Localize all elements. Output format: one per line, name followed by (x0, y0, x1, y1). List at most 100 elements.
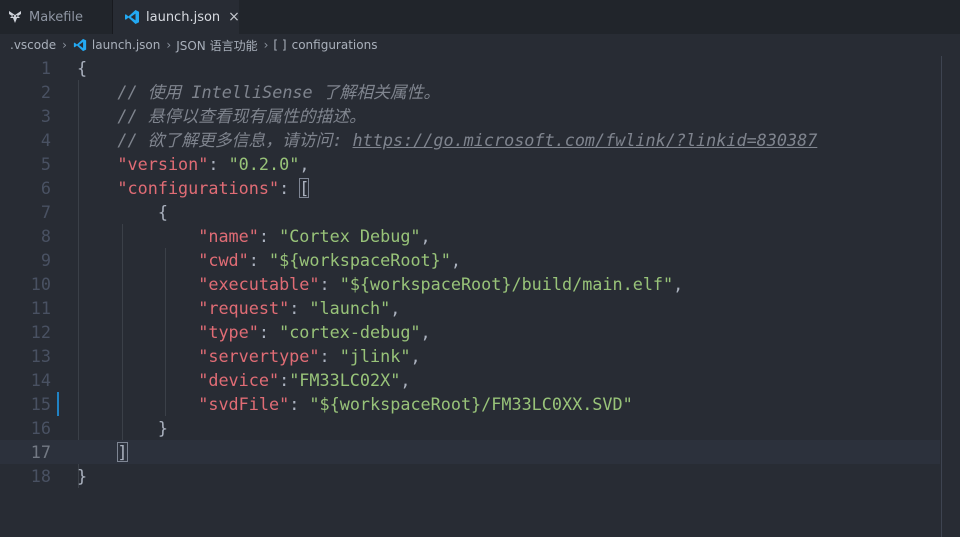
code-text: // 悬停以查看现有属性的描述。 (77, 104, 366, 128)
comment-link[interactable]: https://go.microsoft.com/fwlink/?linkid=… (353, 130, 818, 150)
punctuation: , (400, 370, 411, 390)
json-string: "launch" (309, 298, 391, 318)
json-key: "name" (198, 226, 259, 246)
json-string: "${workspaceRoot}" (269, 250, 451, 270)
code-editor[interactable]: 1{2 // 使用 IntelliSense 了解相关属性。 3 // 悬停以查看… (0, 56, 940, 537)
code-text: "name": "Cortex Debug", (77, 224, 431, 248)
json-key: "cwd" (198, 250, 249, 270)
punctuation: , (410, 346, 421, 366)
code-text: // 欲了解更多信息，请访问: https://go.microsoft.com… (77, 128, 817, 152)
code-text: "version": "0.2.0", (77, 152, 309, 176)
tab-label: Makefile (29, 9, 84, 25)
code-line[interactable]: 10 "executable": "${workspaceRoot}/build… (0, 272, 940, 296)
makefile-icon (7, 9, 23, 25)
vscode-icon (72, 37, 88, 53)
code-line[interactable]: 18} (0, 464, 940, 488)
array-symbol-icon: [ ] (273, 38, 287, 52)
code-line[interactable]: 12 "type": "cortex-debug", (0, 320, 940, 344)
code-line[interactable]: 16 } (0, 416, 940, 440)
line-number: 1 (40, 58, 51, 78)
code-line[interactable]: 14 "device":"FM33LC02X", (0, 368, 940, 392)
code-line[interactable]: 15 "svdFile": "${workspaceRoot}/FM33LC0X… (0, 392, 940, 416)
punctuation: { (157, 202, 168, 222)
code-text: "cwd": "${workspaceRoot}", (77, 248, 461, 272)
tab-bar: Makefile launch.json × (0, 0, 960, 34)
json-string: "Cortex Debug" (279, 226, 421, 246)
json-string: "0.2.0" (228, 154, 300, 174)
code-line[interactable]: 8 "name": "Cortex Debug", (0, 224, 940, 248)
json-string: "${workspaceRoot}/build/main.elf" (339, 274, 674, 294)
code-text: } (77, 416, 168, 440)
code-line[interactable]: 5 "version": "0.2.0", (0, 152, 940, 176)
line-number: 18 (30, 466, 51, 486)
breadcrumb-file[interactable]: launch.json (92, 38, 160, 52)
close-icon[interactable]: × (228, 10, 240, 24)
code-line[interactable]: 2 // 使用 IntelliSense 了解相关属性。 (0, 80, 940, 104)
line-number: 9 (40, 250, 51, 270)
punctuation: : (319, 346, 340, 366)
breadcrumb-folder[interactable]: .vscode (10, 38, 56, 52)
tab-launch-json[interactable]: launch.json × (113, 0, 240, 34)
code-text: ] (77, 440, 128, 464)
comment: // 悬停以查看现有属性的描述。 (117, 106, 366, 126)
line-number: 13 (30, 346, 51, 366)
json-key: "servertype" (198, 346, 320, 366)
punctuation: : (258, 322, 280, 342)
line-number: 3 (40, 106, 51, 126)
code-line[interactable]: 6 "configurations": [ (0, 176, 940, 200)
line-number: 15 (30, 394, 51, 414)
punctuation: , (420, 226, 431, 246)
json-key: "version" (117, 154, 209, 174)
punctuation: : (289, 394, 310, 414)
code-line[interactable]: 11 "request": "launch", (0, 296, 940, 320)
json-key: "request" (198, 298, 290, 318)
editor-window: Makefile launch.json × .vscode › launch.… (0, 0, 960, 537)
code-text: { (77, 200, 168, 224)
line-number: 16 (30, 418, 51, 438)
code-line[interactable]: 17 ] (0, 440, 940, 464)
chevron-right-icon: › (263, 38, 269, 52)
json-key: "device" (198, 370, 280, 390)
line-number: 7 (40, 202, 51, 222)
json-key: "configurations" (117, 178, 280, 198)
punctuation: } (157, 418, 168, 438)
code-line[interactable]: 4 // 欲了解更多信息，请访问: https://go.microsoft.c… (0, 128, 940, 152)
breadcrumb: .vscode › launch.json › JSON 语言功能 › [ ] … (0, 34, 960, 56)
overview-ruler[interactable] (942, 56, 960, 537)
vscode-icon (124, 9, 140, 25)
punctuation: : (319, 274, 340, 294)
code-line[interactable]: 9 "cwd": "${workspaceRoot}", (0, 248, 940, 272)
line-number: 14 (30, 370, 51, 390)
code-text: "configurations": [ (77, 176, 310, 200)
code-line[interactable]: 3 // 悬停以查看现有属性的描述。 (0, 104, 940, 128)
line-number: 2 (40, 82, 51, 102)
punctuation: , (390, 298, 401, 318)
tab-label: launch.json (146, 9, 221, 25)
code-line[interactable]: 7 { (0, 200, 940, 224)
punctuation: ] (117, 442, 128, 462)
tab-makefile[interactable]: Makefile (0, 0, 113, 34)
json-string: "cortex-debug" (279, 322, 421, 342)
code-text: "type": "cortex-debug", (77, 320, 430, 344)
comment: // 使用 IntelliSense 了解相关属性。 (117, 82, 441, 102)
code-line[interactable]: 13 "servertype": "jlink", (0, 344, 940, 368)
punctuation: { (77, 58, 88, 78)
code-line[interactable]: 1{ (0, 56, 940, 80)
code-text: "servertype": "jlink", (77, 344, 421, 368)
punctuation: , (299, 154, 310, 174)
breadcrumb-language[interactable]: JSON 语言功能 (176, 37, 257, 54)
code-text: "device":"FM33LC02X", (77, 368, 410, 392)
breadcrumb-symbol[interactable]: configurations (292, 38, 378, 52)
